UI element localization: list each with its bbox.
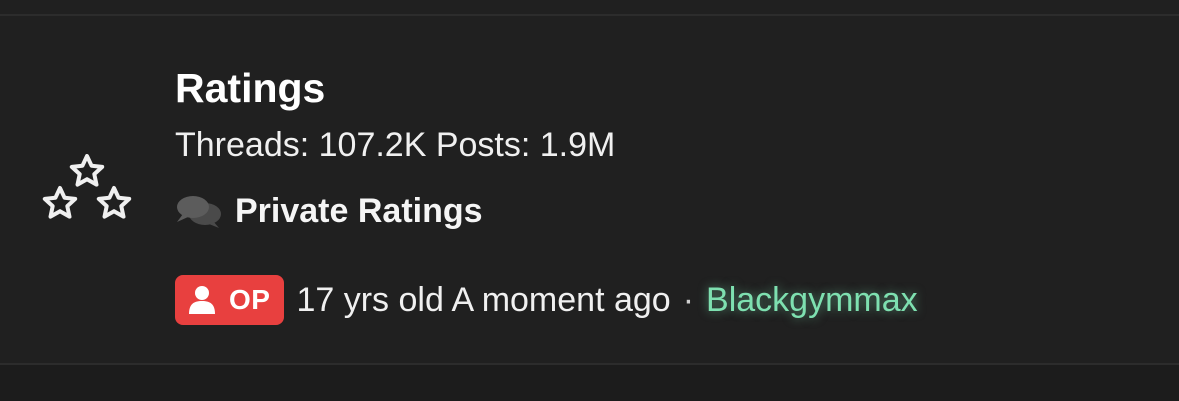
forum-title[interactable]: Ratings xyxy=(175,64,325,112)
subforum-label: Private Ratings xyxy=(235,192,483,230)
forum-stats: Threads: 107.2K Posts: 1.9M xyxy=(175,126,616,164)
post-separator: · xyxy=(682,281,695,319)
forum-content: Ratings Threads: 107.2K Posts: 1.9M Priv… xyxy=(175,16,1155,363)
next-row-edge xyxy=(0,365,1179,401)
subforum-link[interactable]: Private Ratings xyxy=(175,190,483,232)
post-meta: 17 yrs old A moment ago xyxy=(296,281,671,319)
forum-row[interactable]: Ratings Threads: 107.2K Posts: 1.9M Priv… xyxy=(0,16,1179,363)
last-post: OP 17 yrs old A moment ago · Blackgymmax xyxy=(175,274,918,326)
user-icon xyxy=(187,285,217,315)
forum-page: Ratings Threads: 107.2K Posts: 1.9M Priv… xyxy=(0,0,1179,401)
post-author-link[interactable]: Blackgymmax xyxy=(706,279,918,321)
op-badge-label: OP xyxy=(229,284,271,315)
op-badge: OP xyxy=(175,275,285,325)
stars-icon xyxy=(40,154,134,230)
chat-bubbles-icon xyxy=(175,193,223,229)
